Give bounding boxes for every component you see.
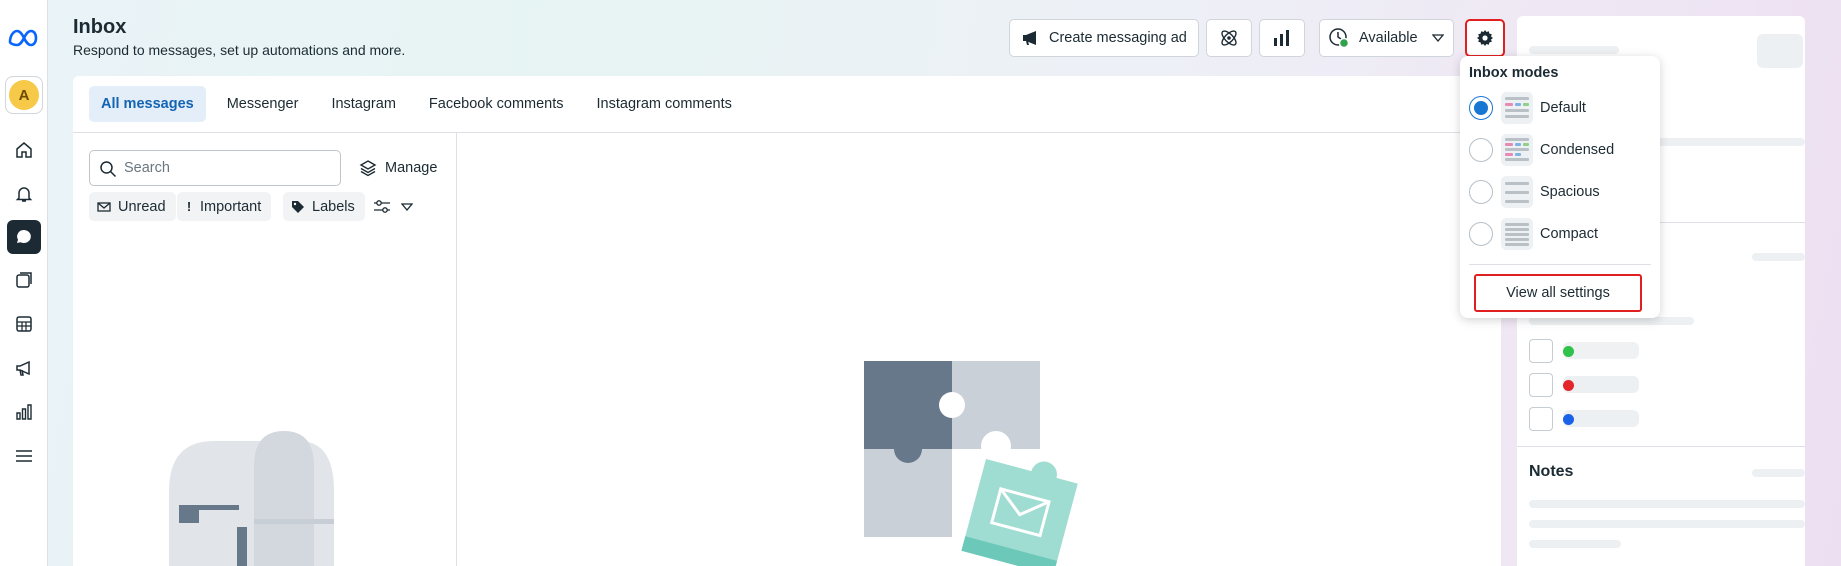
skeleton-pill (1563, 410, 1639, 427)
tab-messenger[interactable]: Messenger (215, 86, 311, 122)
availability-dropdown[interactable]: Available (1319, 19, 1454, 57)
skeleton-line (1529, 46, 1619, 54)
label-checkbox[interactable] (1529, 407, 1553, 431)
search-icon (100, 161, 117, 178)
radio-selected[interactable] (1469, 96, 1493, 120)
search-placeholder: Search (124, 160, 170, 176)
home-icon[interactable] (7, 133, 41, 167)
page-title: Inbox (73, 16, 127, 38)
skeleton-line (1529, 520, 1805, 528)
chevron-down-icon (401, 202, 413, 211)
content-icon[interactable] (7, 263, 41, 297)
tag-icon (292, 200, 304, 213)
divider (456, 132, 457, 566)
skeleton-block (1757, 34, 1803, 68)
settings-button[interactable] (1465, 19, 1505, 57)
avatar-initial: A (9, 80, 39, 110)
default-mode-thumbnail-icon (1501, 92, 1533, 124)
mode-label: Compact (1540, 226, 1599, 242)
mode-option-condensed[interactable]: Condensed (1469, 133, 1614, 167)
manage-label: Manage (385, 160, 438, 176)
mode-label: Spacious (1540, 184, 1600, 200)
skeleton-line (1752, 253, 1805, 261)
search-input[interactable]: Search (89, 150, 341, 186)
tab-instagram[interactable]: Instagram (319, 86, 407, 122)
view-all-settings-button[interactable]: View all settings (1474, 274, 1642, 312)
puzzle-illustration (864, 361, 1078, 566)
radio-unselected[interactable] (1469, 222, 1493, 246)
create-messaging-ad-button[interactable]: Create messaging ad (1009, 19, 1199, 57)
planner-icon[interactable] (7, 307, 41, 341)
inbox-modes-heading: Inbox modes (1469, 65, 1559, 81)
red-dot-icon (1563, 380, 1574, 391)
availability-label: Available (1359, 30, 1418, 46)
skeleton-pill (1563, 342, 1639, 359)
unread-label: Unread (118, 198, 166, 215)
meta-logo-icon[interactable] (7, 20, 41, 54)
skeleton-line (1529, 317, 1694, 325)
radio-unselected[interactable] (1469, 180, 1493, 204)
compact-mode-thumbnail-icon (1501, 218, 1533, 250)
divider (73, 132, 1501, 133)
labels-filter[interactable]: Labels (283, 192, 365, 221)
skeleton-line (1529, 540, 1621, 548)
divider (1517, 446, 1805, 447)
page-subtitle: Respond to messages, set up automations … (73, 42, 406, 58)
skeleton-line (1752, 469, 1805, 477)
chevron-down-icon (1431, 34, 1444, 42)
radio-unselected[interactable] (1469, 138, 1493, 162)
avatar[interactable]: A (5, 76, 43, 114)
notes-heading: Notes (1529, 463, 1574, 480)
important-label: Important (200, 198, 262, 215)
megaphone-icon (1023, 31, 1036, 45)
sliders-icon (374, 199, 390, 213)
channel-tabs: All messages Messenger Instagram Faceboo… (89, 86, 753, 122)
skeleton-line (1529, 500, 1805, 508)
tab-instagram-comments[interactable]: Instagram comments (585, 86, 744, 122)
exclamation-icon: ! (186, 199, 192, 214)
tab-facebook-comments[interactable]: Facebook comments (417, 86, 576, 122)
menu-icon[interactable] (7, 439, 41, 473)
inbox-chat-icon[interactable] (7, 220, 41, 254)
atom-icon (1221, 30, 1237, 46)
label-checkbox[interactable] (1529, 373, 1553, 397)
insights-icon[interactable] (7, 395, 41, 429)
inbox-modes-menu: Inbox modes Default Condensed Spacious C… (1460, 56, 1660, 318)
mailbox-illustration (169, 431, 334, 566)
important-filter[interactable]: ! Important (177, 192, 272, 221)
insights-button[interactable] (1259, 19, 1305, 57)
automations-button[interactable] (1206, 19, 1252, 57)
bell-icon[interactable] (7, 177, 41, 211)
unread-filter[interactable]: Unread (89, 192, 176, 221)
mode-option-compact[interactable]: Compact (1469, 217, 1598, 251)
envelope-icon (97, 201, 111, 212)
spacious-mode-thumbnail-icon (1501, 176, 1533, 208)
mode-label: Condensed (1540, 142, 1615, 158)
label-checkbox[interactable] (1529, 339, 1553, 363)
mode-option-spacious[interactable]: Spacious (1469, 175, 1600, 209)
megaphone-icon[interactable] (7, 351, 41, 385)
layers-icon (359, 160, 377, 177)
gear-icon (1477, 30, 1493, 46)
labels-label: Labels (312, 198, 355, 215)
filter-options-button[interactable] (373, 192, 413, 221)
condensed-mode-thumbnail-icon (1501, 134, 1533, 166)
nav-rail: A (0, 0, 48, 566)
clock-status-icon (1329, 28, 1350, 49)
mode-option-default[interactable]: Default (1469, 91, 1586, 125)
create-ad-label: Create messaging ad (1049, 30, 1187, 46)
manage-button[interactable]: Manage (359, 150, 437, 186)
mode-label: Default (1540, 100, 1586, 116)
inbox-panel: All messages Messenger Instagram Faceboo… (73, 76, 1501, 566)
bar-chart-icon (1274, 30, 1289, 46)
green-dot-icon (1563, 346, 1574, 357)
skeleton-pill (1563, 376, 1639, 393)
tab-all-messages[interactable]: All messages (89, 86, 206, 122)
blue-dot-icon (1563, 414, 1574, 425)
divider (1469, 264, 1651, 265)
